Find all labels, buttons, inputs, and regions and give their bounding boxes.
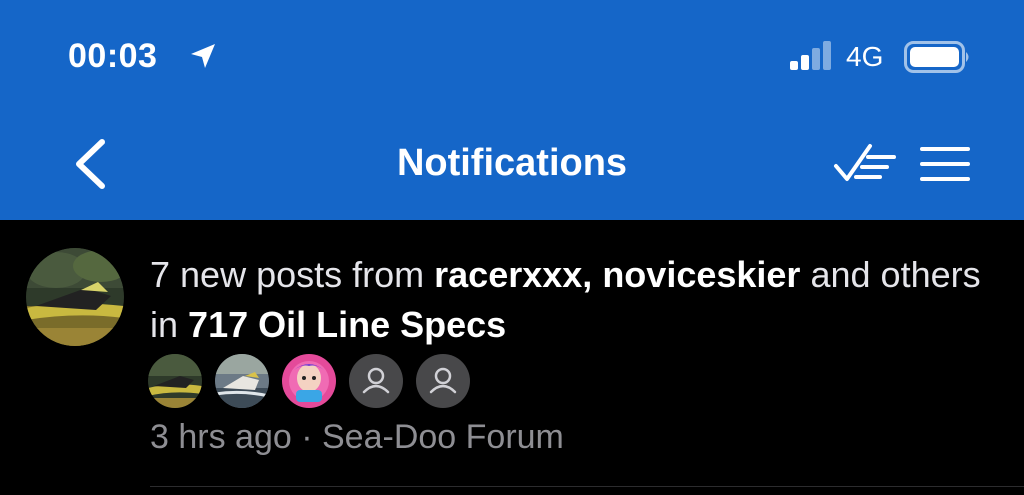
participant-avatar-3 bbox=[282, 354, 336, 408]
network-type: 4G bbox=[846, 41, 884, 72]
location-arrow-icon bbox=[191, 44, 215, 68]
thread-avatar bbox=[26, 248, 124, 346]
notification-meta: 3 hrs ago · Sea-Doo Forum bbox=[150, 416, 564, 458]
notification-item[interactable]: 7 new posts from racerxxx, noviceskier a… bbox=[0, 220, 1024, 495]
back-chevron-icon[interactable] bbox=[70, 138, 110, 190]
participant-avatar-2 bbox=[215, 354, 269, 408]
status-time: 00:03 bbox=[68, 37, 158, 75]
mark-all-read-icon[interactable] bbox=[832, 140, 898, 186]
notification-text: 7 new posts from racerxxx, noviceskier a… bbox=[150, 250, 1010, 350]
username-noviceskier: noviceskier bbox=[602, 254, 801, 295]
page-title: Notifications bbox=[396, 142, 628, 184]
hamburger-menu-icon[interactable] bbox=[918, 144, 972, 184]
notification-count-text: 7 new posts from bbox=[150, 254, 425, 295]
app-header: 00:03 4G Notifications bbox=[0, 0, 1024, 220]
divider bbox=[150, 486, 1024, 487]
thread-title: 717 Oil Line Specs bbox=[188, 304, 507, 345]
cellular-signal-icon bbox=[790, 41, 831, 70]
default-user-icon bbox=[349, 354, 403, 408]
default-user-icon bbox=[416, 354, 470, 408]
meta-separator: · bbox=[301, 418, 313, 456]
battery-icon bbox=[904, 41, 969, 73]
username-racerxxx: racerxxx, bbox=[434, 254, 593, 295]
notification-and-text: and bbox=[810, 254, 871, 295]
time-ago: 3 hrs ago bbox=[150, 418, 292, 456]
forum-name: Sea-Doo Forum bbox=[322, 418, 564, 456]
participant-avatar-1 bbox=[148, 354, 202, 408]
